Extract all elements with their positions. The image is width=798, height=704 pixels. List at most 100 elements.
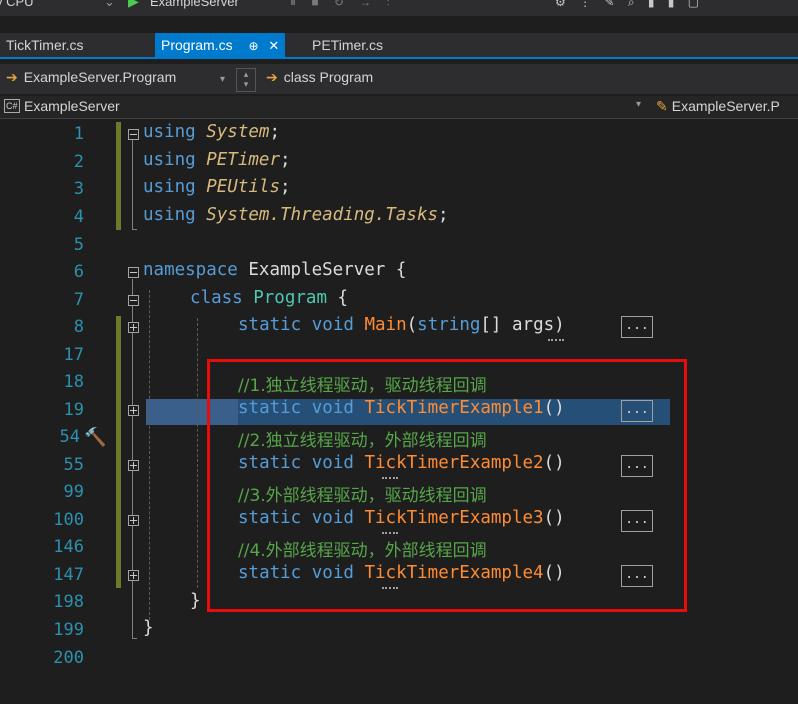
line-number: 17 (63, 345, 84, 365)
line-number: 199 (53, 620, 84, 640)
semicolon: ; (269, 122, 280, 142)
indent-guide (149, 290, 150, 620)
navigation-bar: ➔ ExampleServer.Program ▾ ▴ ▾ ➔ class Progr… (0, 64, 798, 94)
split-scroll-control[interactable]: ▴ ▾ (236, 68, 256, 92)
parameter-name: args (512, 315, 555, 335)
code-line-6: namespace ExampleServer { (143, 260, 406, 280)
line-number: 8 (73, 317, 84, 337)
document-tabs: TickTimer.cs Program.cs ⊕ ✕ PETimer.cs (0, 33, 798, 59)
namespace-name: PETimer (206, 150, 280, 170)
code-line-8: static void Main(string[] args) (238, 315, 565, 335)
keyword: namespace (143, 260, 238, 280)
fold-minus-icon[interactable] (128, 267, 139, 278)
change-bar (116, 122, 121, 230)
close-icon[interactable]: ✕ (268, 38, 279, 53)
namespace-name: System (206, 122, 270, 142)
pin-icon[interactable]: ⊕ (248, 39, 258, 53)
open-paren: ( (406, 315, 418, 335)
keyword: class (190, 288, 243, 308)
namespace-name: System.Threading.Tasks (206, 205, 439, 225)
outline-line (132, 140, 133, 230)
tab-label: PETimer.cs (312, 37, 384, 53)
outline-line (132, 279, 133, 639)
line-number: 100 (53, 510, 84, 530)
csharp-project-icon: C# (4, 99, 20, 113)
method-name: Main (364, 315, 407, 335)
code-line-7: class Program { (190, 288, 348, 308)
line-number: 18 (63, 372, 84, 392)
tab-program[interactable]: Program.cs ⊕ ✕ (155, 33, 286, 57)
close-brace-class: } (190, 591, 201, 611)
change-bar (116, 316, 121, 588)
fold-minus-icon[interactable] (128, 295, 139, 306)
run-target-button[interactable]: ExampleServer (150, 0, 239, 9)
collapsed-block[interactable]: ... (621, 316, 653, 338)
tab-petimer[interactable]: PETimer.cs (306, 33, 389, 57)
line-number: 6 (73, 262, 84, 282)
member-dropdown[interactable]: ➔ class Program (266, 69, 373, 86)
line-number: 2 (73, 152, 84, 172)
fold-plus-icon[interactable] (128, 570, 139, 581)
code-line-3: using PEUtils; (143, 177, 291, 197)
semicolon: ; (280, 177, 291, 197)
line-number: 200 (53, 648, 84, 668)
close-paren: ) (554, 315, 565, 335)
line-number: 3 (73, 179, 84, 199)
line-number: 54 (59, 427, 80, 447)
line-number: 19 (63, 400, 84, 420)
arrow-right-icon: ➔ (266, 69, 278, 85)
fold-plus-icon[interactable] (128, 460, 139, 471)
scope-label: ExampleServer.P (671, 98, 780, 114)
namespace-name: ExampleServer (248, 260, 386, 280)
code-line-1: using System; (143, 122, 280, 142)
arrow-right-icon: ➔ (6, 69, 18, 85)
outline-end (132, 229, 137, 230)
line-number: 4 (73, 207, 84, 227)
hammer-icon[interactable]: 🔨 (84, 427, 106, 448)
code-line-2: using PETimer; (143, 150, 291, 170)
play-icon[interactable]: ▶ (128, 0, 139, 10)
line-number: 7 (73, 290, 84, 310)
line-number: 147 (53, 565, 84, 585)
type-dropdown[interactable]: ➔ ExampleServer.Program (6, 69, 176, 86)
fold-plus-icon[interactable] (128, 322, 139, 333)
line-number: 5 (73, 235, 84, 255)
keyword: using (143, 150, 196, 170)
keyword: void (311, 315, 354, 335)
array-brackets: [] (480, 315, 512, 335)
platform-config-dropdown[interactable]: y CPU (0, 0, 34, 9)
member-label: class Program (283, 69, 374, 85)
chevron-down-icon[interactable]: ▾ (220, 69, 225, 85)
unused-hint (548, 337, 564, 341)
project-bar: C# ExampleServer ▾ ✎ ExampleServer.P (0, 96, 798, 119)
editor-tools-icons[interactable]: ⚙ ⋮ ✎ ⌕ ▮ ▮ ▢ (555, 0, 704, 10)
tab-ticktimer[interactable]: TickTimer.cs (0, 33, 90, 57)
keyword: static (238, 315, 302, 335)
class-name: Program (253, 288, 327, 308)
keyword: using (143, 177, 196, 197)
active-tab-strip (0, 57, 798, 59)
fold-plus-icon[interactable] (128, 405, 139, 416)
outline-end (132, 638, 137, 639)
debug-tools-icons[interactable]: ⏸ ■ ↻ → ⋮ (290, 0, 396, 10)
type-keyword: string (417, 315, 481, 335)
line-number: 1 (73, 124, 84, 144)
line-number: 99 (63, 482, 84, 502)
fold-plus-icon[interactable] (128, 515, 139, 526)
line-number: 55 (63, 455, 84, 475)
open-brace: { (395, 260, 407, 280)
line-number: 146 (53, 537, 84, 557)
highlight-annotation-box (207, 359, 687, 612)
class-icon: ✎ (656, 98, 668, 114)
open-brace: { (337, 288, 349, 308)
fold-minus-icon[interactable] (128, 129, 139, 140)
scope-dropdown[interactable]: ✎ ExampleServer.P (656, 98, 780, 115)
project-dropdown[interactable]: ExampleServer (24, 98, 120, 114)
chevron-down-icon[interactable]: ▾ (636, 99, 641, 110)
line-number: 198 (53, 592, 84, 612)
semicolon: ; (280, 150, 291, 170)
keyword: using (143, 205, 196, 225)
indent-guide (197, 318, 198, 588)
chevron-down-icon[interactable]: ⌄ (104, 0, 115, 10)
type-label: ExampleServer.Program (23, 69, 177, 85)
